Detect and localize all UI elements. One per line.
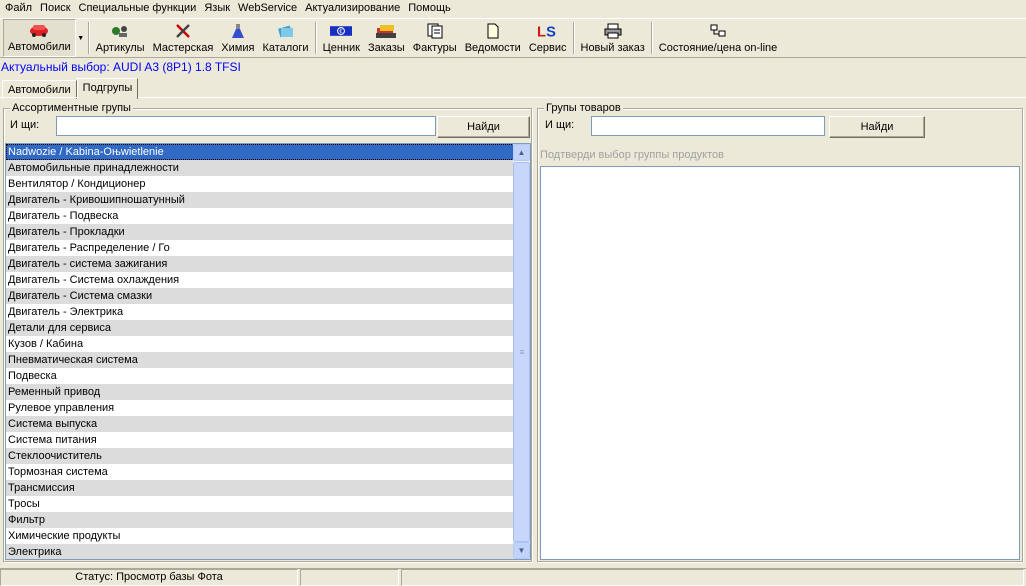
new-order-button[interactable]: Новый заказ <box>577 19 649 57</box>
list-item[interactable]: Подвеска <box>6 368 514 384</box>
toolbar-separator <box>314 22 317 54</box>
status-bar: Статус: Просмотр базы Фота <box>0 568 1026 586</box>
list-item[interactable]: Кузов / Кабина <box>6 336 514 352</box>
menu-bar: Файл Поиск Специальные функции Язык WebS… <box>0 0 1026 17</box>
list-scrollbar[interactable]: ▲ ≡ ▼ <box>513 144 530 559</box>
cars-dropdown-button[interactable]: ▼ <box>76 19 86 57</box>
toolbar-separator <box>87 22 90 54</box>
document-icon <box>482 22 504 40</box>
list-item[interactable]: Двигатель - Прокладки <box>6 224 514 240</box>
list-item[interactable]: Двигатель - Система охлаждения <box>6 272 514 288</box>
list-item[interactable]: Тросы <box>6 496 514 512</box>
price-tag-icon: € <box>330 22 353 40</box>
list-item[interactable]: Двигатель - Система смазки <box>6 288 514 304</box>
current-selection: Актуальный выбор: AUDI A3 (8P1) 1.8 TFSI <box>1 60 241 74</box>
list-item[interactable]: Детали для сервиса <box>6 320 514 336</box>
svg-text:€: € <box>340 29 344 35</box>
caret-down-icon: ▼ <box>77 34 85 42</box>
scroll-down-button[interactable]: ▼ <box>513 542 530 559</box>
articles-button[interactable]: Артикулы <box>92 19 149 57</box>
product-groups-title: Групы товаров <box>544 102 623 114</box>
list-item[interactable]: Тормозная система <box>6 464 514 480</box>
invoices-button[interactable]: Фактуры <box>409 19 461 57</box>
menu-search[interactable]: Поиск <box>37 0 75 17</box>
list-item[interactable]: Система питания <box>6 432 514 448</box>
menu-webservice[interactable]: WebService <box>235 0 302 17</box>
list-item[interactable]: Двигатель - система зажигания <box>6 256 514 272</box>
documents-icon <box>424 22 446 40</box>
orders-icon <box>375 22 397 40</box>
scroll-thumb[interactable]: ≡ <box>513 162 530 542</box>
list-item[interactable]: Рулевое управления <box>6 400 514 416</box>
right-search-button[interactable]: Найди <box>829 116 925 138</box>
ls-logo-icon: LS <box>537 22 559 41</box>
left-search-input[interactable] <box>56 116 436 136</box>
tab-subgroups[interactable]: Подгрупы <box>76 78 139 99</box>
list-item[interactable]: Система выпуска <box>6 416 514 432</box>
status-panel-2 <box>300 569 399 586</box>
left-search-label: И щи: <box>10 119 40 131</box>
menu-language[interactable]: Язык <box>201 0 235 17</box>
catalogs-button[interactable]: Каталоги <box>258 19 312 57</box>
product-group-hint: Подтверди выбор группы продуктов <box>540 149 724 161</box>
tools-icon <box>172 22 194 40</box>
printer-icon <box>602 22 624 40</box>
list-item[interactable]: Стеклоочиститель <box>6 448 514 464</box>
toolbar-separator <box>572 22 575 54</box>
list-item[interactable]: Двигатель - Электрика <box>6 304 514 320</box>
right-search-input[interactable] <box>591 116 825 136</box>
list-item[interactable]: Nadwozie / Kabina-Oњwietlenie <box>6 144 514 160</box>
books-icon <box>275 22 297 40</box>
service-button[interactable]: LS Сервис <box>525 19 571 57</box>
workshop-button[interactable]: Мастерская <box>149 19 218 57</box>
assortment-groups-list: Nadwozie / Kabina-Oњwietlenie Автомобильн… <box>5 143 531 560</box>
toolbar: Автомобили ▼ Артикулы Мастерская Химия К… <box>0 18 1026 58</box>
list-item[interactable]: Трансмиссия <box>6 480 514 496</box>
list-item[interactable]: Ременный привод <box>6 384 514 400</box>
list-item[interactable]: Двигатель - Кривошипношатунный <box>6 192 514 208</box>
tab-divider <box>0 97 1026 98</box>
svg-text:S: S <box>546 25 556 41</box>
status-text: Статус: Просмотр базы Фота <box>0 569 298 586</box>
menu-update[interactable]: Актуализирование <box>302 0 405 17</box>
tab-bar: Автомобили Подгрупы <box>2 78 139 99</box>
parts-icon <box>109 22 131 40</box>
scroll-up-button[interactable]: ▲ <box>513 144 530 161</box>
arrow-up-icon: ▲ <box>517 148 526 157</box>
cars-button[interactable]: Автомобили <box>3 19 76 57</box>
arrow-down-icon: ▼ <box>517 546 526 555</box>
menu-help[interactable]: Помощь <box>405 0 456 17</box>
network-icon <box>707 22 729 40</box>
assortment-groups-title: Ассортиментные групы <box>10 102 133 114</box>
status-price-online-button[interactable]: Состояние/цена on-line <box>655 19 782 57</box>
list-item[interactable]: Двигатель - Подвеска <box>6 208 514 224</box>
menu-file[interactable]: Файл <box>2 0 37 17</box>
grip-icon: ≡ <box>519 347 524 357</box>
list-item[interactable]: Двигатель - Распределение / Го <box>6 240 514 256</box>
price-list-button[interactable]: € Ценник <box>319 19 364 57</box>
left-search-button[interactable]: Найди <box>437 116 530 138</box>
list-items-container: Nadwozie / Kabina-Oњwietlenie Автомобильн… <box>6 144 530 559</box>
chemistry-button[interactable]: Химия <box>217 19 258 57</box>
right-search-label: И щи: <box>545 119 575 131</box>
flask-icon <box>227 22 249 40</box>
statements-button[interactable]: Ведомости <box>461 19 525 57</box>
list-item[interactable]: Фильтр <box>6 512 514 528</box>
menu-special-functions[interactable]: Специальные функции <box>76 0 202 17</box>
toolbar-separator <box>650 22 653 54</box>
list-item[interactable]: Электрика <box>6 544 514 559</box>
product-groups-list[interactable] <box>540 166 1020 560</box>
svg-text:L: L <box>537 25 546 41</box>
orders-button[interactable]: Заказы <box>364 19 409 57</box>
list-item[interactable]: Пневматическая система <box>6 352 514 368</box>
status-panel-3 <box>401 569 1024 586</box>
car-icon <box>28 21 50 39</box>
list-item[interactable]: Автомобильные принадлежности <box>6 160 514 176</box>
list-item[interactable]: Химические продукты <box>6 528 514 544</box>
list-item[interactable]: Вентилятор / Кондиционер <box>6 176 514 192</box>
